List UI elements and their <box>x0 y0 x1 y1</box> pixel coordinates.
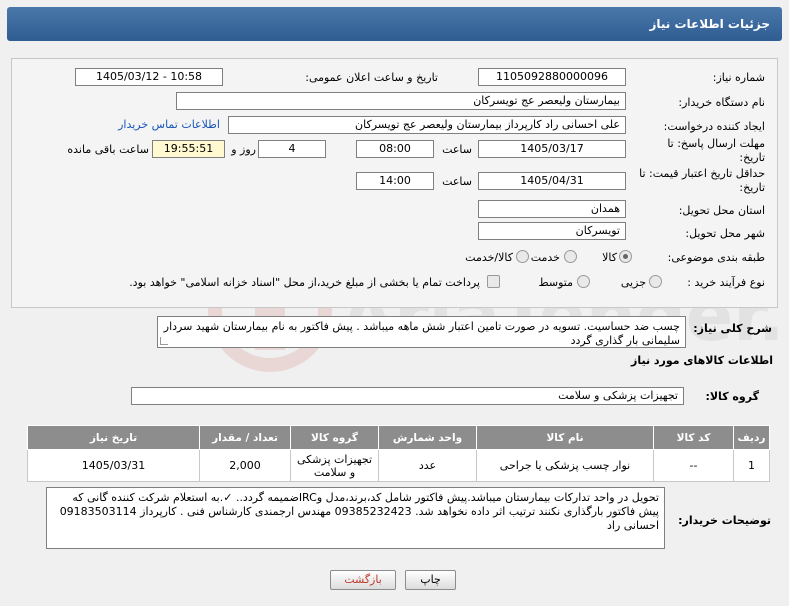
table-header-row: ردیف کد کالا نام کالا واحد شمارش گروه کا… <box>27 425 770 450</box>
category-option-goods-service: کالا/خدمت <box>465 251 513 264</box>
remaining-time-field: 19:55:51 <box>152 140 225 158</box>
col-date: تاریخ نیاز <box>27 425 200 450</box>
category-option-goods: کالا <box>602 251 617 264</box>
need-number-field[interactable]: 1105092880000096 <box>478 68 626 86</box>
city-field[interactable]: تویسرکان <box>478 222 626 240</box>
creator-label: ایجاد کننده درخواست: <box>663 120 765 133</box>
col-code: کد کالا <box>653 425 734 450</box>
treasury-checkbox[interactable] <box>487 275 500 288</box>
buyer-notes-textarea[interactable]: تحویل در واحد تدارکات بیمارستان میباشد.پ… <box>46 487 665 549</box>
cell-qty: 2,000 <box>199 449 291 482</box>
announce-field[interactable]: 1405/03/12 - 10:58 <box>75 68 223 86</box>
page-header: جزئیات اطلاعات نیاز <box>7 7 782 41</box>
summary-textarea[interactable]: چسب ضد حساسیت. تسویه در صورت تامین اعتبا… <box>157 316 686 348</box>
process-option-minor: جزیی <box>620 276 646 289</box>
process-radio-minor[interactable] <box>649 275 662 288</box>
goods-group-field[interactable]: تجهیزات پزشکی و سلامت <box>131 387 684 405</box>
buyer-notes-text: تحویل در واحد تدارکات بیمارستان میباشد.پ… <box>59 491 659 532</box>
process-radio-medium[interactable] <box>577 275 590 288</box>
cell-date: 1405/03/31 <box>27 449 200 482</box>
category-radio-goods-service[interactable] <box>516 250 529 263</box>
process-label: نوع فرآیند خرید : <box>687 276 765 289</box>
summary-label: شرح کلی نیاز: <box>693 322 772 335</box>
creator-field[interactable]: علی احسانی راد کارپرداز بیمارستان ولیعصر… <box>228 116 626 134</box>
goods-group-label: گروه کالا: <box>705 390 759 403</box>
buyer-notes-label: توضیحات خریدار: <box>678 514 771 527</box>
page-title: جزئیات اطلاعات نیاز <box>649 17 770 31</box>
category-radio-service[interactable] <box>564 250 577 263</box>
col-row: ردیف <box>733 425 770 450</box>
col-group: گروه کالا <box>290 425 379 450</box>
summary-text: چسب ضد حساسیت. تسویه در صورت تامین اعتبا… <box>163 320 680 347</box>
col-name: نام کالا <box>476 425 654 450</box>
goods-section-title: اطلاعات کالاهای مورد نیاز <box>631 354 773 367</box>
announce-label: تاریخ و ساعت اعلان عمومی: <box>305 71 438 84</box>
buyer-contact-link[interactable]: اطلاعات تماس خریدار <box>118 118 220 131</box>
back-button[interactable]: بازگشت <box>330 570 396 590</box>
cell-name: نوار چسب پزشکی یا جراحی <box>476 449 654 482</box>
cell-unit: عدد <box>378 449 477 482</box>
resize-handle-icon[interactable] <box>160 337 168 345</box>
city-label: شهر محل تحویل: <box>685 227 765 240</box>
goods-table: ردیف کد کالا نام کالا واحد شمارش گروه کا… <box>27 425 770 482</box>
process-option-medium: متوسط <box>538 276 573 289</box>
table-row[interactable]: 1 -- نوار چسب پزشکی یا جراحی عدد تجهیزات… <box>27 449 770 482</box>
buyer-org-label: نام دستگاه خریدار: <box>678 96 765 109</box>
reply-time-field[interactable]: 08:00 <box>356 140 434 158</box>
reply-hour-label: ساعت <box>442 143 472 156</box>
validity-date-field[interactable]: 1405/04/31 <box>478 172 626 190</box>
validity-hour-label: ساعت <box>442 175 472 188</box>
cell-group: تجهیزات پزشکی و سلامت <box>290 449 379 482</box>
reply-date-field[interactable]: 1405/03/17 <box>478 140 626 158</box>
province-label: استان محل تحویل: <box>678 204 765 217</box>
need-number-label: شماره نیاز: <box>712 71 765 84</box>
days-field[interactable]: 4 <box>258 140 326 158</box>
days-label: روز و <box>231 143 256 156</box>
payment-note: پرداخت تمام یا بخشی از مبلغ خرید،از محل … <box>129 276 480 289</box>
category-label: طبقه بندی موضوعی: <box>667 251 765 264</box>
cell-code: -- <box>653 449 734 482</box>
buyer-org-field[interactable]: بیمارستان ولیعصر عج تویسرکان <box>176 92 626 110</box>
province-field[interactable]: همدان <box>478 200 626 218</box>
cell-row: 1 <box>733 449 770 482</box>
validity-time-field[interactable]: 14:00 <box>356 172 434 190</box>
print-button[interactable]: چاپ <box>405 570 456 590</box>
category-radio-goods[interactable] <box>619 250 632 263</box>
category-option-service: خدمت <box>530 251 560 264</box>
reply-deadline-label: مهلت ارسال پاسخ: تا تاریخ: <box>667 137 765 164</box>
validity-label: حداقل تاریخ اعتبار قیمت: تا تاریخ: <box>639 167 765 194</box>
col-unit: واحد شمارش <box>378 425 477 450</box>
col-qty: تعداد / مقدار <box>199 425 291 450</box>
remaining-label: ساعت باقی مانده <box>67 143 149 156</box>
